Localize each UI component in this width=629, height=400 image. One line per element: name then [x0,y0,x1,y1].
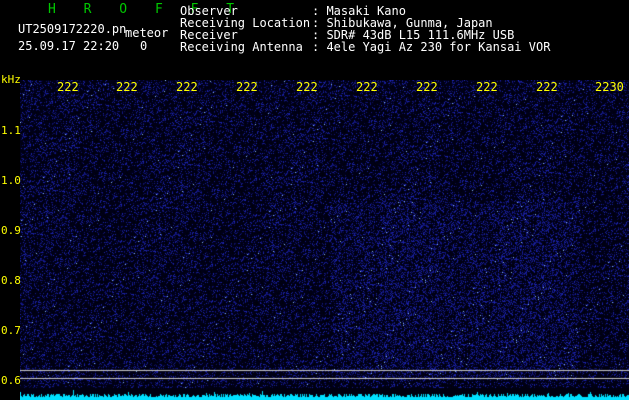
count-label: 0 [140,39,148,53]
mode-label: meteor [125,26,169,40]
info-key-antenna: Receiving Antenna [180,40,303,54]
freq-tick: 1.1 [1,124,21,137]
time-tick: 222 [176,80,198,94]
freq-tick: 0.6 [1,374,21,387]
time-tick: 222 [296,80,318,94]
time-tick: 2230 [595,80,624,94]
spectrogram [20,80,629,400]
time-tick: 222 [116,80,138,94]
freq-unit-label: kHz [1,73,21,86]
header-panel: H R O F F T UT2509172220.pn meteor 25.09… [0,0,629,80]
time-tick: 222 [476,80,498,94]
time-tick: 222 [416,80,438,94]
info-value-antenna: : 4ele Yagi Az 230 for Kansai VOR [312,40,551,54]
time-tick: 222 [236,80,258,94]
datetime-label: 25.09.17 22:20 [18,39,120,53]
time-tick: 222 [536,80,558,94]
freq-tick: 0.9 [1,224,21,237]
freq-tick: 0.7 [1,324,21,337]
freq-tick: 1.0 [1,174,21,187]
file-name: UT2509172220.pn [18,22,127,36]
frequency-axis: kHz 1.1 1.0 0.9 0.8 0.7 0.6 [0,74,21,400]
time-tick: 222 [57,80,79,94]
time-tick: 222 [356,80,378,94]
freq-tick: 0.8 [1,274,21,287]
